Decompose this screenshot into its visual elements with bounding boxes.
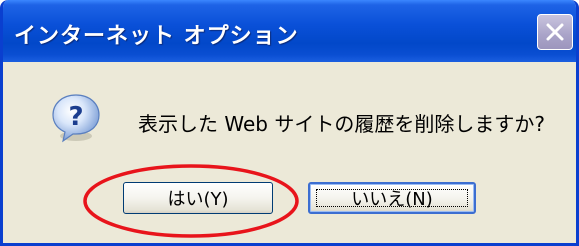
window-title: インターネット オプション [14,24,299,49]
title-bar[interactable]: インターネット オプション [3,0,576,62]
question-icon: ? [52,94,100,143]
no-button-label: いいえ(N) [351,189,433,210]
close-button[interactable] [537,14,573,50]
dialog-window: インターネット オプション ? 表示した Web サイトの履歴を削除しますか? … [0,0,579,246]
yes-button[interactable]: はい(Y) [123,182,273,214]
no-button[interactable]: いいえ(N) [308,182,476,214]
svg-text:?: ? [68,102,83,132]
close-icon [546,23,564,41]
dialog-message: 表示した Web サイトの履歴を削除しますか? [138,112,545,136]
yes-button-label: はい(Y) [167,189,229,210]
